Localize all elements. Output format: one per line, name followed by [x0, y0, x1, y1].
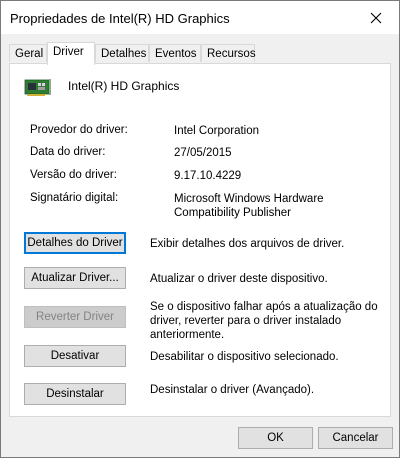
version-value: 9.17.10.4229 [174, 170, 242, 182]
rollback-driver-description: Se o dispositivo falhar após a atualizaç… [150, 301, 378, 341]
signer-value: Microsoft Windows Hardware Compatibility… [174, 193, 324, 219]
date-label: Data do driver: [30, 146, 106, 158]
uninstall-button[interactable]: Desinstalar [24, 383, 126, 405]
properties-dialog: Propriedades de Intel(R) HD Graphics Ger… [0, 0, 400, 458]
ok-button[interactable]: OK [238, 427, 313, 449]
signer-label: Signatário digital: [30, 192, 119, 204]
tab-eventos[interactable]: Eventos [149, 44, 201, 62]
window-title: Propriedades de Intel(R) HD Graphics [10, 11, 230, 26]
tab-geral[interactable]: Geral [9, 44, 47, 62]
display-adapter-icon [24, 79, 51, 96]
date-value: 27/05/2015 [174, 147, 232, 159]
driver-details-button[interactable]: Detalhes do Driver [24, 232, 126, 254]
close-icon [370, 12, 382, 23]
close-button[interactable] [353, 1, 399, 34]
update-driver-description: Atualizar o driver deste dispositivo. [150, 273, 328, 285]
device-name: Intel(R) HD Graphics [68, 79, 180, 93]
title-bar[interactable]: Propriedades de Intel(R) HD Graphics [1, 1, 399, 34]
rollback-driver-button: Reverter Driver [24, 306, 126, 328]
tab-driver[interactable]: Driver [47, 42, 95, 65]
driver-panel: Intel(R) HD Graphics Provedor do driver:… [9, 63, 391, 417]
provider-value: Intel Corporation [174, 125, 260, 137]
update-driver-button[interactable]: Atualizar Driver... [24, 267, 126, 289]
disable-description: Desabilitar o dispositivo selecionado. [150, 351, 339, 363]
tab-detalhes[interactable]: Detalhes [95, 44, 149, 62]
disable-button[interactable]: Desativar [24, 345, 126, 367]
uninstall-description: Desinstalar o driver (Avançado). [150, 384, 315, 396]
provider-label: Provedor do driver: [30, 124, 128, 136]
version-label: Versão do driver: [30, 169, 117, 181]
cancel-button[interactable]: Cancelar [318, 427, 393, 449]
driver-details-description: Exibir detalhes dos arquivos de driver. [150, 238, 345, 250]
tab-recursos[interactable]: Recursos [201, 44, 256, 62]
